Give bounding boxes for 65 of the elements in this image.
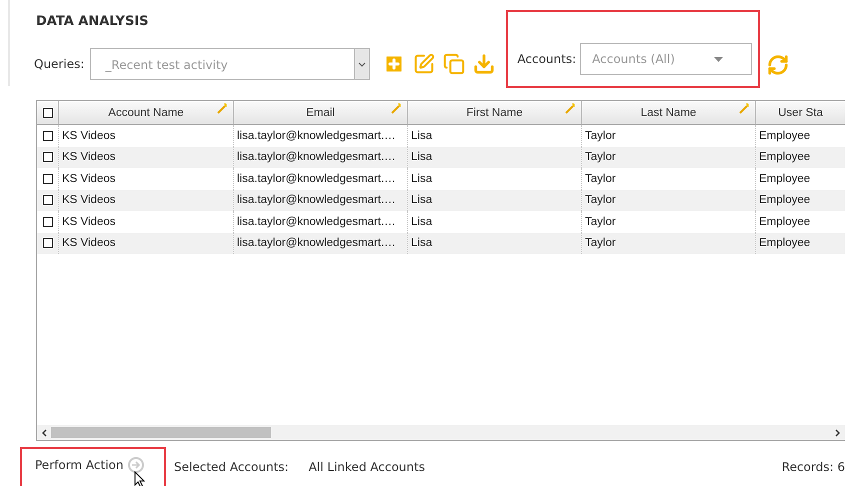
table-cell: Taylor [585,194,616,206]
queries-label: Queries: [34,57,84,71]
scroll-right-icon[interactable] [835,428,841,436]
scrollbar-thumb[interactable] [51,427,271,438]
selected-accounts-label: Selected Accounts: [174,460,289,474]
table-cell: Lisa [411,151,432,164]
perform-action-button[interactable]: Perform Action [35,456,144,472]
row-checkbox[interactable] [42,195,52,206]
table-cell: Taylor [585,130,616,142]
row-checkbox[interactable] [42,238,52,248]
wand-icon[interactable] [739,103,750,114]
column-header[interactable]: Email [234,101,408,124]
table-cell: lisa.taylor@knowledgesmart.… [237,151,396,164]
chevron-down-icon [358,62,366,66]
table-cell: Employee [759,216,810,228]
accounts-label: Accounts: [517,52,576,66]
table-cell: Lisa [411,130,432,142]
row-checkbox[interactable] [42,174,52,184]
table-cell: lisa.taylor@knowledgesmart.… [237,172,396,185]
download-button[interactable] [472,52,496,76]
table-cell: Employee [759,130,810,142]
column-header[interactable]: User Sta [756,101,845,124]
table-cell: KS Videos [62,151,116,164]
refresh-button[interactable] [766,53,790,77]
row-checkbox[interactable] [42,152,52,162]
caret-icon [714,56,724,62]
select-all-checkbox[interactable] [42,108,52,118]
wand-icon[interactable] [217,103,228,114]
row-checkbox[interactable] [42,216,52,227]
wand-icon[interactable] [391,103,402,114]
column-header[interactable]: First Name [408,101,582,124]
copy-button[interactable] [442,52,466,76]
table-cell: Lisa [411,237,432,250]
table-cell: KS Videos [62,130,116,142]
horizontal-scrollbar[interactable] [37,425,845,440]
table-cell: Taylor [585,216,616,228]
table-cell: lisa.taylor@knowledgesmart.… [237,216,396,228]
table-cell: KS Videos [62,194,116,206]
table-cell: KS Videos [62,237,116,250]
records-count: Records: 6 [782,460,845,474]
table-cell: Employee [759,194,810,206]
page-title: DATA ANALYSIS [36,14,149,29]
table-cell: Employee [759,172,810,185]
table-cell: Lisa [411,172,432,185]
table-cell: Taylor [585,237,616,250]
table-cell: Employee [759,151,810,164]
table-cell: lisa.taylor@knowledgesmart.… [237,130,396,142]
table-cell: Taylor [585,151,616,164]
selected-accounts-value: All Linked Accounts [308,460,425,474]
row-checkbox[interactable] [42,130,52,141]
table-cell: Lisa [411,216,432,228]
arrow-circle-icon [128,456,144,472]
column-header[interactable]: Account Name [59,101,234,124]
wand-icon[interactable] [565,103,576,114]
edit-button[interactable] [412,52,436,76]
table-cell: lisa.taylor@knowledgesmart.… [237,194,396,206]
cursor-icon [134,471,146,486]
table-cell: Lisa [411,194,432,206]
scroll-left-icon[interactable] [41,428,47,436]
table-cell: lisa.taylor@knowledgesmart.… [237,237,396,250]
table-cell: Employee [759,237,810,250]
table-cell: Taylor [585,172,616,185]
table-cell: KS Videos [62,216,116,228]
column-header[interactable]: Last Name [582,101,756,124]
table-cell: KS Videos [62,172,116,185]
